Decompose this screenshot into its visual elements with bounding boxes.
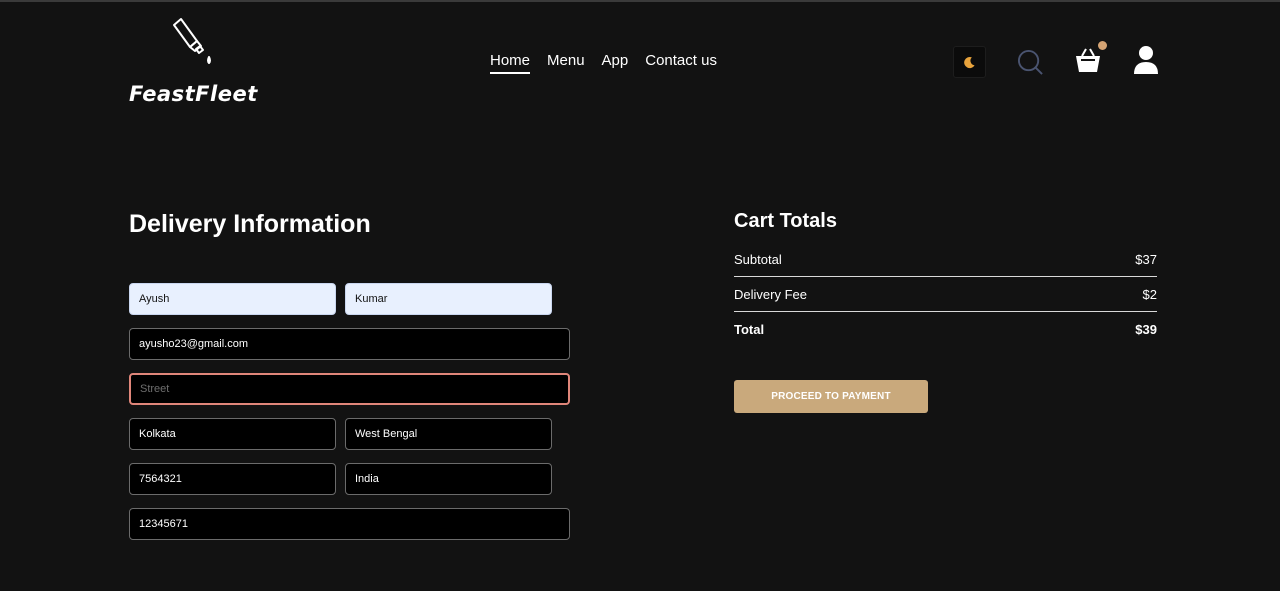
cart-totals-title: Cart Totals bbox=[734, 210, 837, 232]
delivery-fee-row: Delivery Fee $2 bbox=[734, 287, 1157, 302]
last-name-input[interactable] bbox=[345, 283, 552, 315]
search-icon[interactable] bbox=[1017, 49, 1044, 76]
moon-icon bbox=[964, 56, 975, 68]
brand-logo-text[interactable]: FeastFleet bbox=[129, 82, 258, 106]
email-input[interactable] bbox=[129, 328, 570, 360]
proceed-to-payment-button[interactable]: PROCEED TO PAYMENT bbox=[734, 380, 928, 413]
user-icon[interactable] bbox=[1133, 45, 1159, 75]
zip-input[interactable] bbox=[129, 463, 336, 495]
nav-contact[interactable]: Contact us bbox=[645, 52, 717, 74]
theme-toggle-button[interactable] bbox=[953, 46, 986, 78]
basket-icon[interactable] bbox=[1073, 45, 1103, 75]
nav-menu[interactable]: Menu bbox=[547, 52, 585, 74]
top-border bbox=[0, 0, 1280, 2]
delivery-title: Delivery Information bbox=[129, 210, 371, 238]
total-label: Total bbox=[734, 322, 765, 337]
main-nav: Home Menu App Contact us bbox=[490, 52, 717, 74]
total-value: $39 bbox=[1135, 322, 1157, 337]
subtotal-row: Subtotal $37 bbox=[734, 252, 1157, 267]
sauce-bottle-icon bbox=[173, 18, 211, 64]
total-row: Total $39 bbox=[734, 322, 1157, 337]
cart-notification-dot bbox=[1098, 41, 1107, 50]
nav-app[interactable]: App bbox=[602, 52, 629, 74]
delivery-fee-value: $2 bbox=[1142, 287, 1157, 302]
phone-input[interactable] bbox=[129, 508, 570, 540]
divider bbox=[734, 276, 1157, 277]
state-input[interactable] bbox=[345, 418, 552, 450]
first-name-input[interactable] bbox=[129, 283, 336, 315]
city-input[interactable] bbox=[129, 418, 336, 450]
subtotal-label: Subtotal bbox=[734, 252, 782, 267]
country-input[interactable] bbox=[345, 463, 552, 495]
street-input[interactable] bbox=[129, 373, 570, 405]
nav-home[interactable]: Home bbox=[490, 52, 531, 74]
delivery-fee-label: Delivery Fee bbox=[734, 287, 807, 302]
subtotal-value: $37 bbox=[1135, 252, 1157, 267]
divider bbox=[734, 311, 1157, 312]
